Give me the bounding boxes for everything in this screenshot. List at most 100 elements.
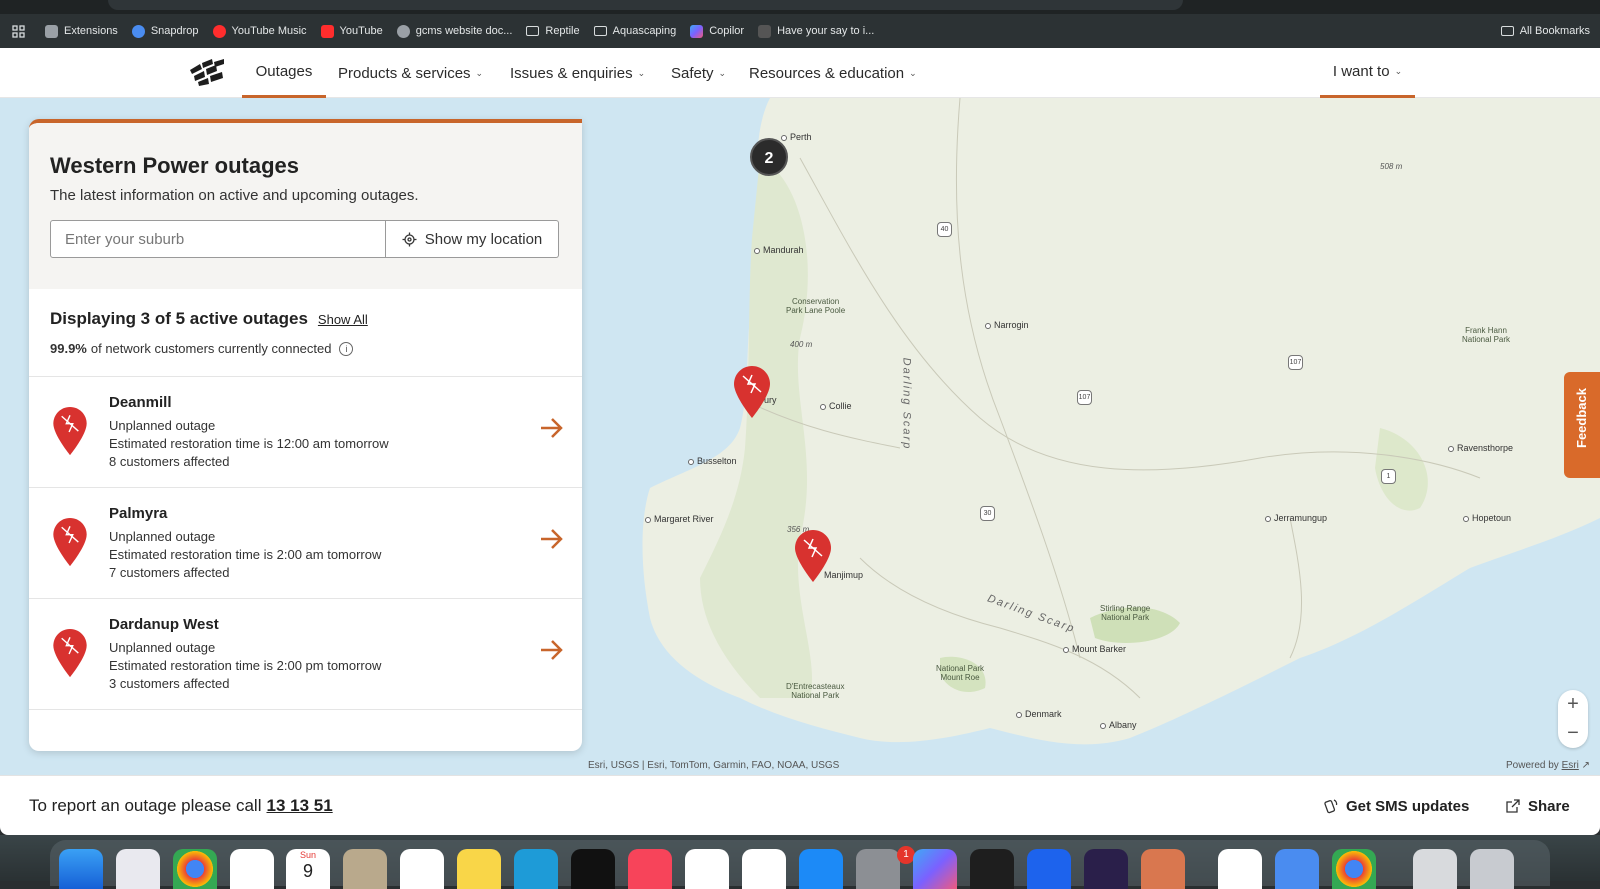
lightning-pin-icon <box>795 530 831 582</box>
youtube-music-icon <box>212 24 226 38</box>
all-bookmarks[interactable]: All Bookmarks <box>1500 14 1590 48</box>
show-my-location-button[interactable]: Show my location <box>386 220 559 258</box>
bookmark-reptile[interactable]: Reptile <box>526 25 580 37</box>
music-icon[interactable] <box>628 849 672 889</box>
summary-title: Displaying 3 of 5 active outages <box>50 309 308 328</box>
place-busselton: Busselton <box>688 456 737 466</box>
bookmark-youtube[interactable]: YouTube <box>320 24 383 38</box>
bookmark-extensions[interactable]: Extensions <box>45 24 118 38</box>
nav-issues-enquiries[interactable]: Issues & enquiries ⌄ <box>510 48 645 98</box>
phone-signal-icon <box>1324 799 1338 814</box>
place-ravensthorpe: Ravensthorpe <box>1448 443 1513 453</box>
outage-type: Unplanned outage <box>109 529 216 544</box>
folder-icon <box>526 26 540 36</box>
park-lane-poole: Conservation Park Lane Poole <box>786 297 846 315</box>
system-settings-icon[interactable] <box>856 849 900 889</box>
outage-item-dardanup-west[interactable]: Dardanup West Unplanned outage Estimated… <box>29 599 582 710</box>
chevron-down-icon: ⌄ <box>637 67 646 78</box>
chevron-down-icon: ⌄ <box>718 67 727 78</box>
suburb-search-input[interactable] <box>50 220 386 258</box>
park-mount-roe: National Park Mount Roe <box>936 664 985 682</box>
news-icon[interactable] <box>742 849 786 889</box>
map-attribution: Esri, USGS | Esri, TomTom, Garmin, FAO, … <box>588 760 840 771</box>
arrow-right-icon[interactable] <box>540 417 564 439</box>
share-icon <box>1506 799 1520 813</box>
chrome-icon[interactable] <box>1332 849 1376 889</box>
report-phone-link[interactable]: 13 13 51 <box>267 796 333 816</box>
downloads-stack-icon[interactable] <box>1413 849 1457 889</box>
bookmark-aquascaping[interactable]: Aquascaping <box>593 25 676 37</box>
nav-products-services[interactable]: Products & services ⌄ <box>338 48 483 98</box>
outage-restoration: Estimated restoration time is 2:00 pm to… <box>109 658 382 673</box>
zoom-out-button[interactable]: − <box>1558 719 1588 748</box>
bookmark-have-your-say[interactable]: Have your say to i... <box>758 24 874 38</box>
bookmark-gcms[interactable]: gcms website doc... <box>396 24 512 38</box>
connected-status: 99.9% of network customers currently con… <box>50 341 561 356</box>
figma-icon[interactable] <box>970 849 1014 889</box>
nav-resources-education[interactable]: Resources & education ⌄ <box>749 48 917 98</box>
outage-item-deanmill[interactable]: Deanmill Unplanned outage Estimated rest… <box>29 377 582 488</box>
notes-icon[interactable] <box>457 849 501 889</box>
puzzle-icon <box>45 24 58 38</box>
park-frank-hann: Frank Hann National Park <box>1462 326 1511 344</box>
nav-outages[interactable]: Outages <box>242 48 326 98</box>
docker-icon[interactable] <box>1027 849 1071 889</box>
share-button[interactable]: Share <box>1506 776 1570 836</box>
claude-icon[interactable] <box>1141 849 1185 889</box>
elevation-label: 508 m <box>1380 162 1403 171</box>
outage-name: Deanmill <box>109 394 172 411</box>
outage-summary: Displaying 3 of 5 active outages Show All… <box>29 289 582 377</box>
contacts-icon[interactable] <box>343 849 387 889</box>
apple-tv-icon[interactable] <box>571 849 615 889</box>
chrome-icon[interactable] <box>173 849 217 889</box>
location-target-icon <box>402 232 417 246</box>
footer-bar: To report an outage please call 13 13 51… <box>0 775 1600 835</box>
feedback-tab[interactable]: Feedback <box>1564 372 1600 478</box>
place-mount-barker: Mount Barker <box>1063 644 1126 654</box>
zoom-in-button[interactable]: + <box>1558 690 1588 719</box>
powered-by-esri[interactable]: Powered by Esri ↗ <box>1506 760 1590 771</box>
nav-i-want-to[interactable]: I want to ⌄ <box>1320 48 1415 98</box>
app-store-icon[interactable] <box>799 849 843 889</box>
outage-type: Unplanned outage <box>109 418 216 433</box>
address-bar[interactable] <box>108 0 1183 10</box>
place-albany: Albany <box>1100 720 1137 730</box>
photos-icon[interactable] <box>230 849 274 889</box>
launchpad-icon[interactable] <box>116 849 160 889</box>
outage-item-palmyra[interactable]: Palmyra Unplanned outage Estimated resto… <box>29 488 582 599</box>
western-power-logo[interactable] <box>186 58 226 91</box>
copilot-icon <box>690 24 704 38</box>
reminders-icon[interactable] <box>400 849 444 889</box>
place-narrogin: Narrogin <box>985 320 1029 330</box>
bookmark-copilor[interactable]: Copilor <box>690 24 744 38</box>
chevron-down-icon: ⌄ <box>1394 66 1403 76</box>
document-icon[interactable] <box>1218 849 1262 889</box>
outage-name: Palmyra <box>109 505 168 522</box>
folder-icon <box>1500 26 1514 36</box>
trash-icon[interactable] <box>1470 849 1514 889</box>
apps-grid-icon[interactable] <box>12 24 25 38</box>
show-all-link[interactable]: Show All <box>318 312 368 327</box>
freeform-icon[interactable] <box>514 849 558 889</box>
arrow-right-icon[interactable] <box>540 639 564 661</box>
finder-icon[interactable] <box>59 849 103 889</box>
get-sms-updates-button[interactable]: Get SMS updates <box>1322 776 1469 836</box>
highway-shield: 107 <box>1288 355 1303 370</box>
park-dentrecasteaux: D'Entrecasteaux National Park <box>786 682 845 700</box>
copilot-icon[interactable] <box>913 849 957 889</box>
outage-cluster-marker[interactable]: 2 <box>750 138 788 176</box>
info-icon[interactable]: i <box>339 341 354 356</box>
panel-subtitle: The latest information on active and upc… <box>50 187 419 204</box>
arrow-right-icon[interactable] <box>540 528 564 550</box>
panel-title: Western Power outages <box>50 153 299 178</box>
bookmark-youtube-music[interactable]: YouTube Music <box>212 24 307 38</box>
bookmark-snapdrop[interactable]: Snapdrop <box>131 24 199 38</box>
obsidian-icon[interactable] <box>1084 849 1128 889</box>
highway-shield: 1 <box>1381 469 1396 484</box>
nav-safety[interactable]: Safety ⌄ <box>671 48 726 98</box>
outage-affected: 8 customers affected <box>109 454 230 469</box>
outage-restoration: Estimated restoration time is 12:00 am t… <box>109 436 389 451</box>
preview-icon[interactable] <box>1275 849 1319 889</box>
vscode-icon[interactable] <box>685 849 729 889</box>
calendar-icon[interactable]: Sun 9 <box>286 849 330 889</box>
